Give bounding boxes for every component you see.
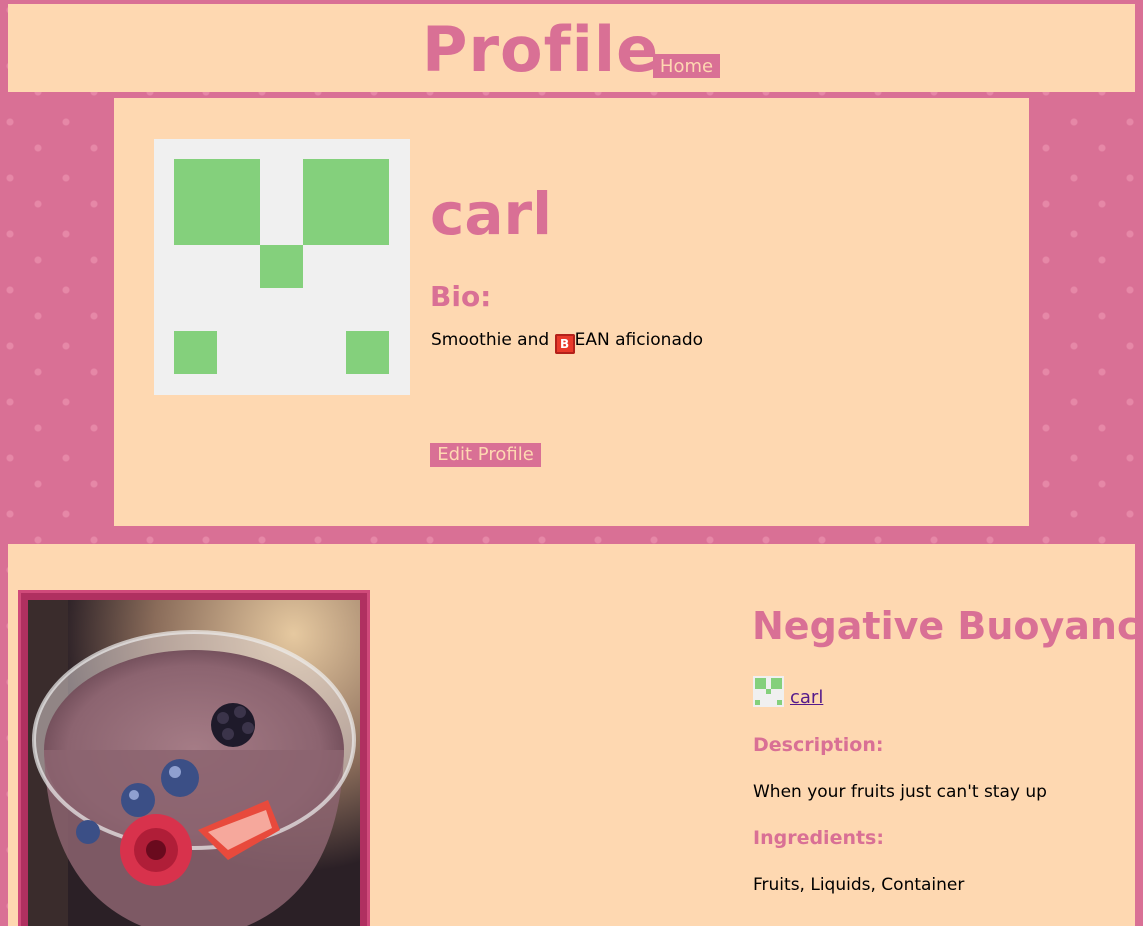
description-heading: Description: [753, 734, 884, 756]
avatar-pixel [755, 700, 760, 705]
ingredients-heading: Ingredients: [753, 827, 884, 849]
bio-text-end: EAN aficionado [574, 330, 704, 350]
description-text: When your fruits just can't stay up [753, 782, 1047, 802]
post-card: Negative Buoyancy carl Description: When… [8, 544, 1143, 926]
avatar [154, 139, 410, 395]
b-emoji-icon: B [554, 334, 575, 354]
profile-username: carl [430, 180, 553, 248]
avatar-pixel [174, 159, 260, 245]
post-title: Negative Buoyancy [752, 604, 1143, 648]
profile-card: carl Bio: Smoothie and B EAN aficionado E… [114, 98, 1029, 526]
bio-text-start: Smoothie and [431, 330, 555, 350]
post-author: carl [753, 675, 823, 707]
bio-text: Smoothie and B EAN aficionado [431, 330, 703, 354]
smoothie-photo [28, 600, 360, 926]
page-title: Profile [422, 13, 660, 86]
avatar-pixel [303, 159, 389, 245]
smoothie-illustration [28, 600, 360, 926]
avatar-pixel [174, 331, 217, 374]
avatar-pixel [777, 700, 782, 705]
avatar-pixel [771, 678, 782, 689]
ingredients-text: Fruits, Liquids, Container [753, 875, 965, 895]
avatar-pixel [755, 678, 766, 689]
avatar-pixel [260, 245, 303, 288]
author-link[interactable]: carl [790, 689, 823, 707]
avatar-pixel [766, 689, 771, 694]
edit-profile-button[interactable]: Edit Profile [430, 443, 541, 467]
author-avatar [753, 676, 784, 707]
home-button[interactable]: Home [653, 54, 720, 78]
post-image-frame [18, 590, 370, 926]
bio-heading: Bio: [430, 280, 492, 313]
avatar-pixel [346, 331, 389, 374]
page-header: Profile Home [8, 4, 1135, 92]
